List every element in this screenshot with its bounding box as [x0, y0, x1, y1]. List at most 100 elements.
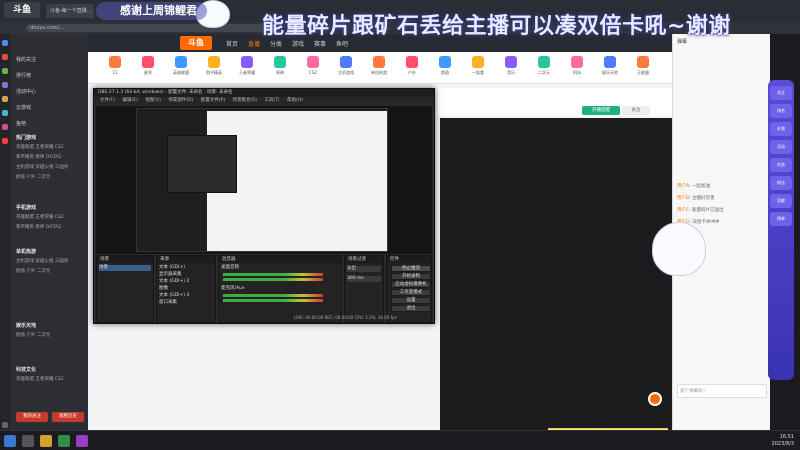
obs-menu-docks[interactable]: 停靠部件(D): [168, 98, 193, 103]
studio-mode-button[interactable]: 工作室模式: [391, 289, 431, 296]
menu-item-events[interactable]: 活动中心: [16, 88, 36, 96]
menu-grid-row[interactable]: 主机游戏 穿越火线 三国杀: [16, 258, 68, 264]
category-item[interactable]: 英雄联盟: [168, 55, 194, 81]
nav-live[interactable]: 直播: [248, 39, 260, 48]
menu-grid-row[interactable]: 和平精英 原神 DOTA2: [16, 224, 61, 230]
browser-logo[interactable]: 斗鱼: [4, 2, 40, 18]
nav-fishbar[interactable]: 鱼吧: [336, 39, 348, 48]
douyu-logo[interactable]: 斗鱼: [180, 36, 212, 50]
url-input[interactable]: douyu.com/...: [26, 24, 266, 32]
obs-menu-help[interactable]: 帮助(H): [287, 98, 303, 103]
menu-section-tech: 科技文化: [16, 367, 37, 373]
obs-menu-scene-collection[interactable]: 场景集合(S): [232, 98, 256, 103]
menu-grid-row[interactable]: 颜值 户外 二次元: [16, 332, 50, 338]
virtual-camera-button[interactable]: 启动虚拟摄像机: [391, 281, 431, 288]
category-label: 正能量: [637, 70, 649, 75]
obs-icon[interactable]: [76, 435, 88, 447]
chat-icon[interactable]: [2, 68, 8, 74]
bookmark-icon[interactable]: [2, 40, 8, 46]
category-item[interactable]: 正能量: [630, 55, 656, 81]
category-item[interactable]: 颜值: [432, 55, 458, 81]
settings-icon[interactable]: [2, 422, 8, 428]
download-icon[interactable]: [2, 110, 8, 116]
chat-text: 能量碎片已送出: [692, 208, 724, 213]
game-icon[interactable]: [2, 82, 8, 88]
category-item[interactable]: 王者荣耀: [234, 55, 260, 81]
obs-menu-bar: 文件(F) 编辑(E) 视图(V) 停靠部件(D) 配置文件(P) 场景集合(S…: [94, 97, 434, 105]
category-item[interactable]: 科技: [564, 55, 590, 81]
video-icon[interactable]: [2, 54, 8, 60]
settings-button[interactable]: 设置: [391, 297, 431, 304]
menu-item-fishbar[interactable]: 鱼吧: [16, 120, 26, 128]
category-item[interactable]: 户外: [399, 55, 425, 81]
stream-player[interactable]: [440, 118, 672, 430]
source-item[interactable]: 显示器采集: [159, 272, 182, 278]
douyu-float-icon[interactable]: [648, 392, 662, 406]
obs-menu-edit[interactable]: 编辑(E): [123, 98, 138, 103]
category-item[interactable]: CS2: [300, 55, 326, 81]
source-item[interactable]: 文本 (GDI+) 3: [159, 293, 189, 299]
source-item[interactable]: 文本 (GDI+): [159, 265, 185, 271]
category-item[interactable]: 原神: [267, 55, 293, 81]
category-label: 单机热游: [371, 70, 387, 75]
chat-user[interactable]: 用户B: [677, 196, 689, 201]
follow-button[interactable]: 关注: [622, 106, 650, 115]
category-item[interactable]: 音乐: [498, 55, 524, 81]
category-item[interactable]: 一起看: [465, 55, 491, 81]
source-item[interactable]: 图像: [159, 286, 168, 292]
category-item[interactable]: 二次元: [531, 55, 557, 81]
scene-item[interactable]: 场景: [99, 265, 151, 271]
menu-grid-row[interactable]: 英雄联盟 王者荣耀 CS2: [16, 376, 64, 382]
category-item[interactable]: 和平精英: [201, 55, 227, 81]
heart-icon[interactable]: [2, 124, 8, 130]
star-icon[interactable]: [2, 96, 8, 102]
obs-menu-view[interactable]: 视图(V): [145, 98, 161, 103]
search-icon[interactable]: [22, 435, 34, 447]
following-button[interactable]: 我的关注: [16, 412, 48, 422]
category-item[interactable]: 单机热游: [366, 55, 392, 81]
obs-preview[interactable]: [96, 106, 432, 254]
menu-grid-row[interactable]: 颜值 户外 二次元: [16, 268, 50, 274]
obs-menu-file[interactable]: 文件(F): [100, 98, 115, 103]
menu-item-following[interactable]: 我的关注: [16, 56, 36, 64]
obs-mixer-dock: 混音器 桌面音频 麦克风/Aux: [218, 255, 342, 323]
menu-grid-row[interactable]: 英雄联盟 王者荣耀 CS2: [16, 214, 64, 220]
history-button[interactable]: 观看历史: [52, 412, 84, 422]
nav-home[interactable]: 首页: [226, 39, 238, 48]
chat-input[interactable]: 发个弹幕呗~: [677, 384, 767, 398]
nav-events[interactable]: 赛事: [314, 39, 326, 48]
explorer-icon[interactable]: [40, 435, 52, 447]
nav-games[interactable]: 游戏: [292, 39, 304, 48]
chat-user[interactable]: 用户C: [677, 208, 689, 213]
category-item[interactable]: 星秀: [135, 55, 161, 81]
category-icon: [604, 56, 616, 68]
browser-tab[interactable]: 斗鱼-每一个直播...: [46, 4, 94, 18]
start-recording-button[interactable]: 开始录制: [391, 273, 431, 280]
live-icon[interactable]: [2, 138, 8, 144]
transition-select[interactable]: 淡出: [347, 266, 381, 272]
category-item[interactable]: 主机游戏: [333, 55, 359, 81]
menu-grid-row[interactable]: 主机游戏 穿越火线 三国杀: [16, 164, 68, 170]
exit-button[interactable]: 退出: [391, 305, 431, 312]
category-item[interactable]: 12: [102, 55, 128, 81]
obs-menu-profile[interactable]: 配置文件(P): [201, 98, 225, 103]
browser-icon[interactable]: [58, 435, 70, 447]
menu-item-ranking[interactable]: 排行榜: [16, 72, 31, 80]
obs-scenes-dock: 场景 场景: [96, 255, 154, 323]
stop-streaming-button[interactable]: 停止推流: [391, 265, 431, 272]
chat-user[interactable]: 用户A: [677, 184, 689, 189]
nav-category[interactable]: 分类: [270, 39, 282, 48]
obs-menu-tools[interactable]: 工具(T): [264, 98, 279, 103]
source-item[interactable]: 窗口采集: [159, 300, 177, 306]
menu-grid-row[interactable]: 和平精英 原神 DOTA2: [16, 154, 61, 160]
category-label: 科技: [573, 70, 581, 75]
menu-grid-row[interactable]: 英雄联盟 王者荣耀 CS2: [16, 144, 64, 150]
source-item[interactable]: 文本 (GDI+) 2: [159, 279, 189, 285]
start-icon[interactable]: [4, 435, 16, 447]
menu-grid-row[interactable]: 颜值 户外 二次元: [16, 174, 50, 180]
menu-item-cloud-game[interactable]: 云游戏: [16, 104, 31, 112]
category-item[interactable]: 娱乐天地: [597, 55, 623, 81]
chat-text: 双倍卡冲冲冲: [692, 220, 720, 225]
live-reminder-button[interactable]: 开播提醒: [582, 106, 620, 115]
duration-input[interactable]: 300 ms: [347, 276, 381, 282]
